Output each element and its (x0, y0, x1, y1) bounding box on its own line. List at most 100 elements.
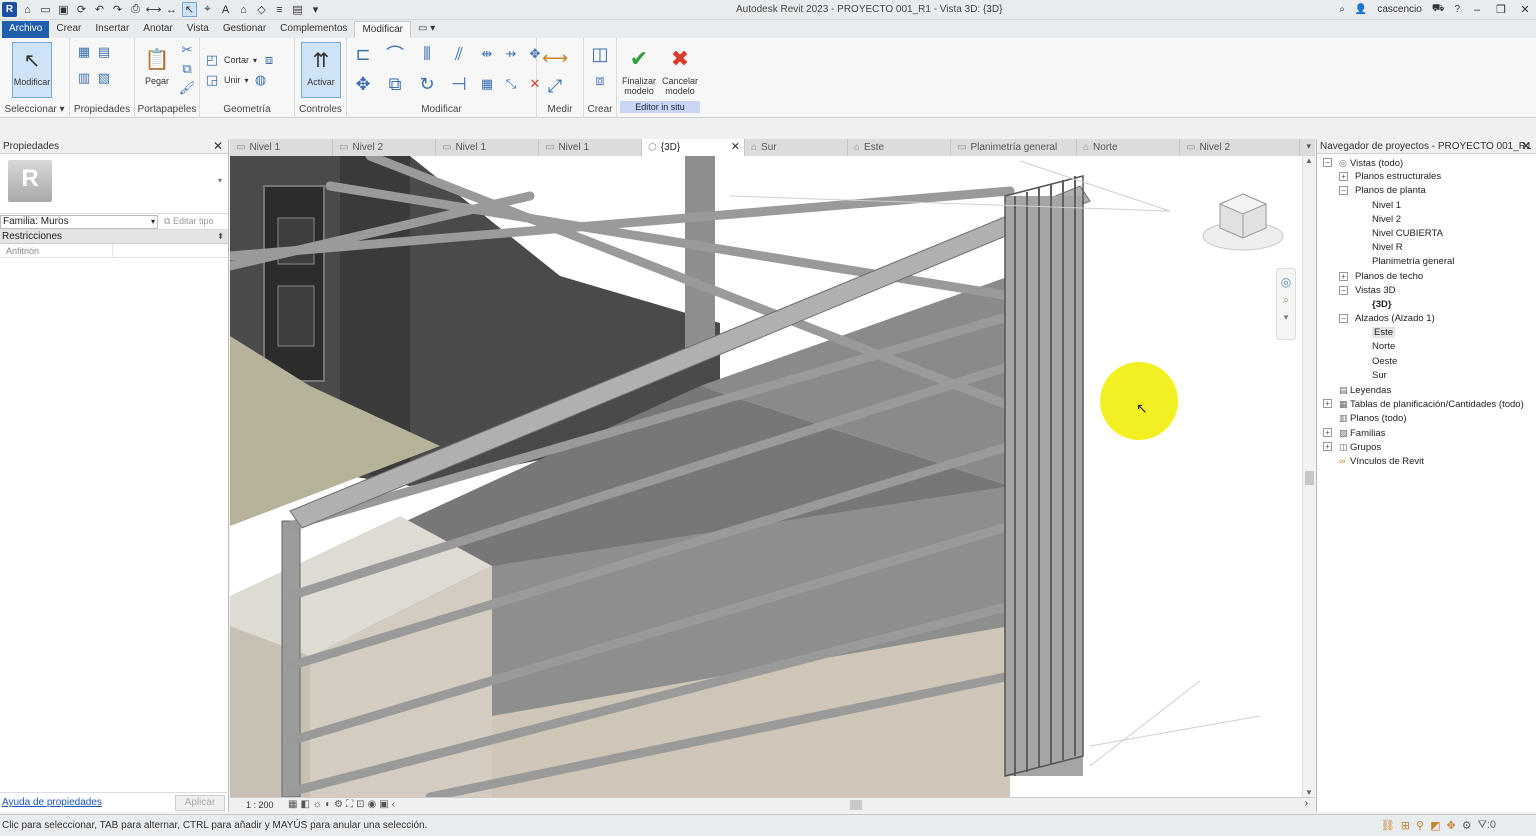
undo-icon[interactable]: ↶ (92, 2, 107, 17)
tree-oeste[interactable]: Oeste (1317, 355, 1536, 369)
minimize-button[interactable]: – (1470, 4, 1484, 16)
tab-sur[interactable]: ⌂ Sur (745, 139, 848, 156)
render-icon[interactable]: ⚙ (334, 799, 343, 810)
horizontal-scrollbar[interactable]: › (425, 798, 1308, 810)
collapse-icon[interactable]: − (1339, 285, 1348, 295)
collapse-icon[interactable]: − (1339, 314, 1348, 324)
measure-distance-icon[interactable]: ⟷ (541, 46, 569, 70)
tree-grupos[interactable]: + ◫ Grupos (1317, 440, 1536, 454)
expand-icon[interactable]: + (1323, 399, 1332, 409)
customize-toolbar-icon[interactable]: ▾ (308, 2, 323, 17)
tree-planimetria-general[interactable]: Planimetría general (1317, 255, 1536, 269)
pegar-button[interactable]: 📋 Pegar (137, 42, 177, 98)
paint-icon[interactable]: ◍ (253, 72, 269, 88)
tag-icon[interactable]: ⌖ (200, 2, 215, 17)
navbar-options-icon[interactable]: ▾ (1277, 312, 1295, 323)
tree-nivel-2[interactable]: Nivel 2 (1317, 213, 1536, 227)
modify-tool-icon[interactable]: ↖ (182, 2, 197, 17)
tree-tablas[interactable]: + ▦ Tablas de planificación/Cantidades (to… (1317, 397, 1536, 411)
select-underlay-icon[interactable]: ⊞ (1401, 819, 1410, 832)
type-selector-dropdown-icon[interactable]: ▾ (218, 176, 222, 185)
horizontal-scroll-thumb[interactable] (850, 800, 862, 810)
3d-view-icon[interactable]: ⌂ (236, 2, 251, 17)
align-icon[interactable]: ⊏ (351, 42, 375, 66)
steering-wheel-icon[interactable]: ◎ (1277, 275, 1295, 289)
revit-logo-icon[interactable]: R (2, 2, 17, 17)
mirror-draw-icon[interactable]: ⫽ (447, 42, 471, 66)
tab-este[interactable]: ⌂ Este (848, 139, 951, 156)
cortar-row[interactable]: ◰ Cortar ▾ ⧈ (204, 52, 277, 68)
measure-icon[interactable]: ⟷ (146, 2, 162, 17)
trim-extend-icon[interactable]: ⊣ (447, 72, 471, 96)
redo-icon[interactable]: ↷ (110, 2, 125, 17)
tree-vistas-3d[interactable]: − Vistas 3D (1317, 284, 1536, 298)
tree-este[interactable]: Este (1317, 326, 1536, 340)
tree-planos-estructurales[interactable]: + Planos estructurales (1317, 170, 1536, 184)
lock-view-icon[interactable]: ⊡ (356, 799, 364, 810)
sun-path-icon[interactable]: ☼ (313, 799, 322, 810)
visual-style-icon[interactable]: ◧ (300, 799, 309, 810)
thin-lines-icon[interactable]: ≡ (272, 2, 287, 17)
activar-button[interactable]: ⇈ Activar (301, 42, 341, 98)
tree-familias[interactable]: + ▧ Familias (1317, 426, 1536, 440)
scroll-up-icon[interactable]: ▲ (1303, 156, 1315, 165)
properties-icon[interactable]: ▥ (76, 70, 92, 86)
close-window-button[interactable]: ✕ (1518, 3, 1532, 16)
tree-planos-de-techo[interactable]: + Planos de techo (1317, 270, 1536, 284)
tab-gestionar[interactable]: Gestionar (216, 21, 273, 38)
open-icon[interactable]: ▭ (38, 2, 53, 17)
aligned-dimension-icon[interactable]: ↔ (164, 2, 179, 17)
crop-view-icon[interactable]: ⛶ (346, 799, 353, 810)
tab-crear[interactable]: Crear (49, 21, 88, 38)
sync-icon[interactable]: ⟳ (74, 2, 89, 17)
view-scale[interactable]: 1 : 200 (246, 800, 274, 810)
tab-nivel-2-b[interactable]: ▭ Nivel 2 (1180, 139, 1300, 156)
apply-button[interactable]: Aplicar (175, 795, 225, 811)
close-tab-icon[interactable]: ✕ (731, 139, 740, 156)
modificar-button[interactable]: ↖ Modificar (12, 42, 52, 98)
close-browser-icon[interactable]: ✕ (1521, 139, 1531, 154)
background-processes-icon[interactable]: ⚙ (1462, 819, 1472, 832)
tab-insertar[interactable]: Insertar (88, 21, 136, 38)
mirror-axis-icon[interactable]: ⫴ (415, 42, 439, 66)
tree-norte[interactable]: Norte (1317, 340, 1536, 354)
text-icon[interactable]: A (218, 2, 233, 17)
tree-3d[interactable]: {3D} (1317, 298, 1536, 312)
match-type-icon[interactable]: 🖌 (179, 80, 196, 96)
tree-nivel-cubierta[interactable]: Nivel CUBIERTA (1317, 227, 1536, 241)
tab-anotar[interactable]: Anotar (136, 21, 179, 38)
properties-grid-icon[interactable]: ▤ (96, 44, 112, 60)
tab-archivo[interactable]: Archivo (2, 21, 50, 38)
ribbon-toggle-icon[interactable]: ▭ ▾ (411, 21, 442, 38)
edit-type-button[interactable]: ⧉ Editar tipo (164, 216, 213, 227)
expand-icon[interactable]: + (1323, 441, 1332, 451)
tab-nivel-2[interactable]: ▭ Nivel 2 (333, 139, 436, 156)
shadows-icon[interactable]: ◐ (325, 799, 331, 810)
search-icon[interactable]: ⌕ (1339, 4, 1345, 15)
navigation-bar[interactable]: ◎ ⌕ ▾ (1276, 268, 1296, 340)
dimension-icon[interactable]: ⤢ (541, 74, 569, 98)
tab-modificar[interactable]: Modificar (354, 21, 412, 38)
detail-level-icon[interactable]: ▦ (288, 799, 297, 810)
drag-elements-icon[interactable]: ✥ (1446, 819, 1455, 832)
tree-vinculos[interactable]: ∞ Vínculos de Revit (1317, 454, 1536, 468)
tabs-dropdown-icon[interactable]: ▾ (1306, 141, 1311, 152)
scroll-right-icon[interactable]: › (1305, 798, 1308, 809)
tree-nivel-1[interactable]: Nivel 1 (1317, 199, 1536, 213)
3d-viewport[interactable]: ◎ ⌕ ▾ ↖ ▲ ▼ (230, 156, 1315, 797)
tab-nivel-1-c[interactable]: ▭ Nivel 1 (539, 139, 642, 156)
tree-nivel-r[interactable]: Nivel R (1317, 241, 1536, 255)
tab-nivel-1[interactable]: ▭ Nivel 1 (230, 139, 333, 156)
reveal-hidden-icon[interactable]: ▣ (379, 799, 388, 810)
user-icon[interactable]: 👤 (1355, 4, 1367, 15)
split-icon[interactable]: ⇹ (479, 46, 495, 62)
finalizar-modelo-button[interactable]: ✔ Finalizar modelo (619, 42, 659, 98)
save-icon[interactable]: ▣ (56, 2, 71, 17)
family-select[interactable]: Familia: Muros ▾ (0, 214, 158, 229)
array-icon[interactable]: ▦ (479, 76, 495, 92)
view-cube[interactable] (1198, 188, 1288, 258)
expand-icon[interactable]: + (1339, 271, 1348, 281)
switch-windows-icon[interactable]: ▤ (290, 2, 305, 17)
tree-vistas-todo[interactable]: − ◎ Vistas (todo) (1317, 156, 1536, 170)
filter-icon[interactable]: ⛛:0 (1478, 819, 1496, 832)
